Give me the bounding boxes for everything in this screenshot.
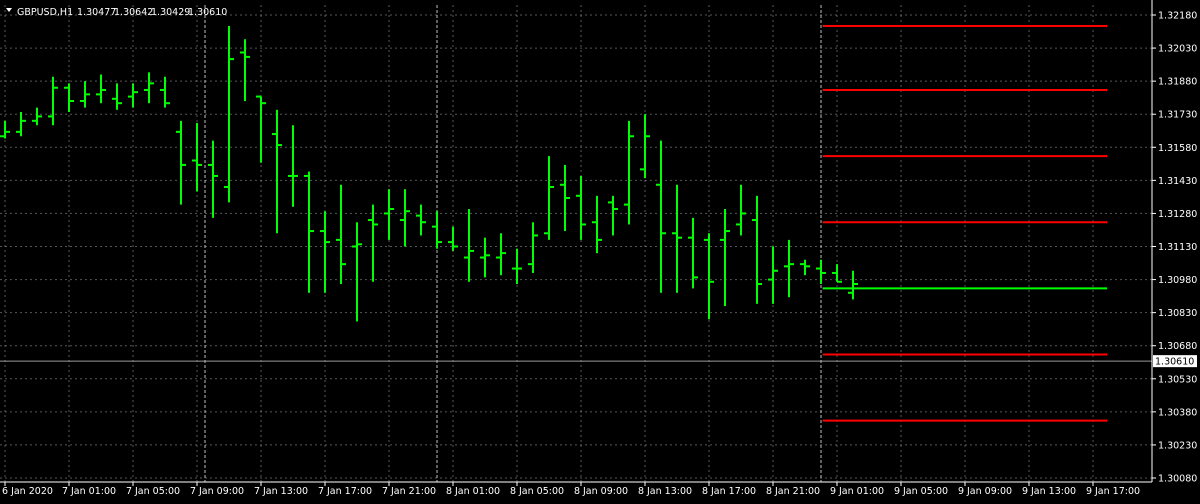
y-tick-label: 1.30530 [1158, 374, 1197, 385]
y-tick-label: 1.31130 [1158, 242, 1197, 253]
y-tick-label: 1.31880 [1158, 77, 1197, 88]
y-tick-label: 1.30830 [1158, 308, 1197, 319]
x-tick-label: 7 Jan 09:00 [190, 486, 244, 497]
x-tick-label: 8 Jan 01:00 [446, 486, 500, 497]
chart-window[interactable]: 1.30610 1.32180 1.32030 1.31880 1.31730 1.31… [0, 0, 1200, 500]
y-tick-label: 1.30230 [1158, 440, 1197, 451]
y-tick-label: 1.32180 [1158, 11, 1197, 22]
x-tick-label: 8 Jan 13:00 [638, 486, 692, 497]
y-tick-label: 1.31730 [1158, 110, 1197, 121]
ohlc-open: 1.30477 [77, 7, 116, 18]
y-tick-label: 1.30080 [1158, 474, 1197, 485]
y-tick-label: 1.32030 [1158, 44, 1197, 55]
x-tick-label: 9 Jan 17:00 [1086, 486, 1140, 497]
x-tick-label: 6 Jan 2020 [2, 486, 53, 497]
chart-background [0, 0, 1200, 500]
symbol-label: GBPUSD,H1 [17, 7, 73, 18]
y-tick-label: 1.31580 [1158, 143, 1197, 154]
x-tick-label: 7 Jan 17:00 [318, 486, 372, 497]
y-tick-label: 1.30680 [1158, 341, 1197, 352]
x-tick-label: 9 Jan 01:00 [830, 486, 884, 497]
y-tick-label: 1.30980 [1158, 275, 1197, 286]
symbol-header[interactable]: GBPUSD,H1 1.30477 1.30642 1.30429 1.3061… [6, 7, 227, 18]
ohlc-low: 1.30429 [151, 7, 190, 18]
x-tick-label: 7 Jan 01:00 [62, 486, 116, 497]
ohlc-high: 1.30642 [114, 7, 153, 18]
x-tick-label: 7 Jan 13:00 [254, 486, 308, 497]
x-tick-label: 9 Jan 13:00 [1022, 486, 1076, 497]
x-tick-label: 8 Jan 21:00 [766, 486, 820, 497]
ohlc-close: 1.30610 [188, 7, 227, 18]
price-chart[interactable]: 1.30610 1.32180 1.32030 1.31880 1.31730 1.31… [0, 0, 1200, 500]
y-tick-label: 1.30380 [1158, 407, 1197, 418]
y-tick-label: 1.31280 [1158, 209, 1197, 220]
x-tick-label: 9 Jan 09:00 [958, 486, 1012, 497]
x-tick-label: 7 Jan 05:00 [126, 486, 180, 497]
x-tick-label: 7 Jan 21:00 [382, 486, 436, 497]
y-tick-label: 1.31430 [1158, 176, 1197, 187]
x-tick-label: 8 Jan 09:00 [574, 486, 628, 497]
current-price-label: 1.30610 [1155, 357, 1194, 368]
x-tick-label: 8 Jan 05:00 [510, 486, 564, 497]
x-tick-label: 9 Jan 05:00 [894, 486, 948, 497]
x-tick-label: 8 Jan 17:00 [702, 486, 756, 497]
